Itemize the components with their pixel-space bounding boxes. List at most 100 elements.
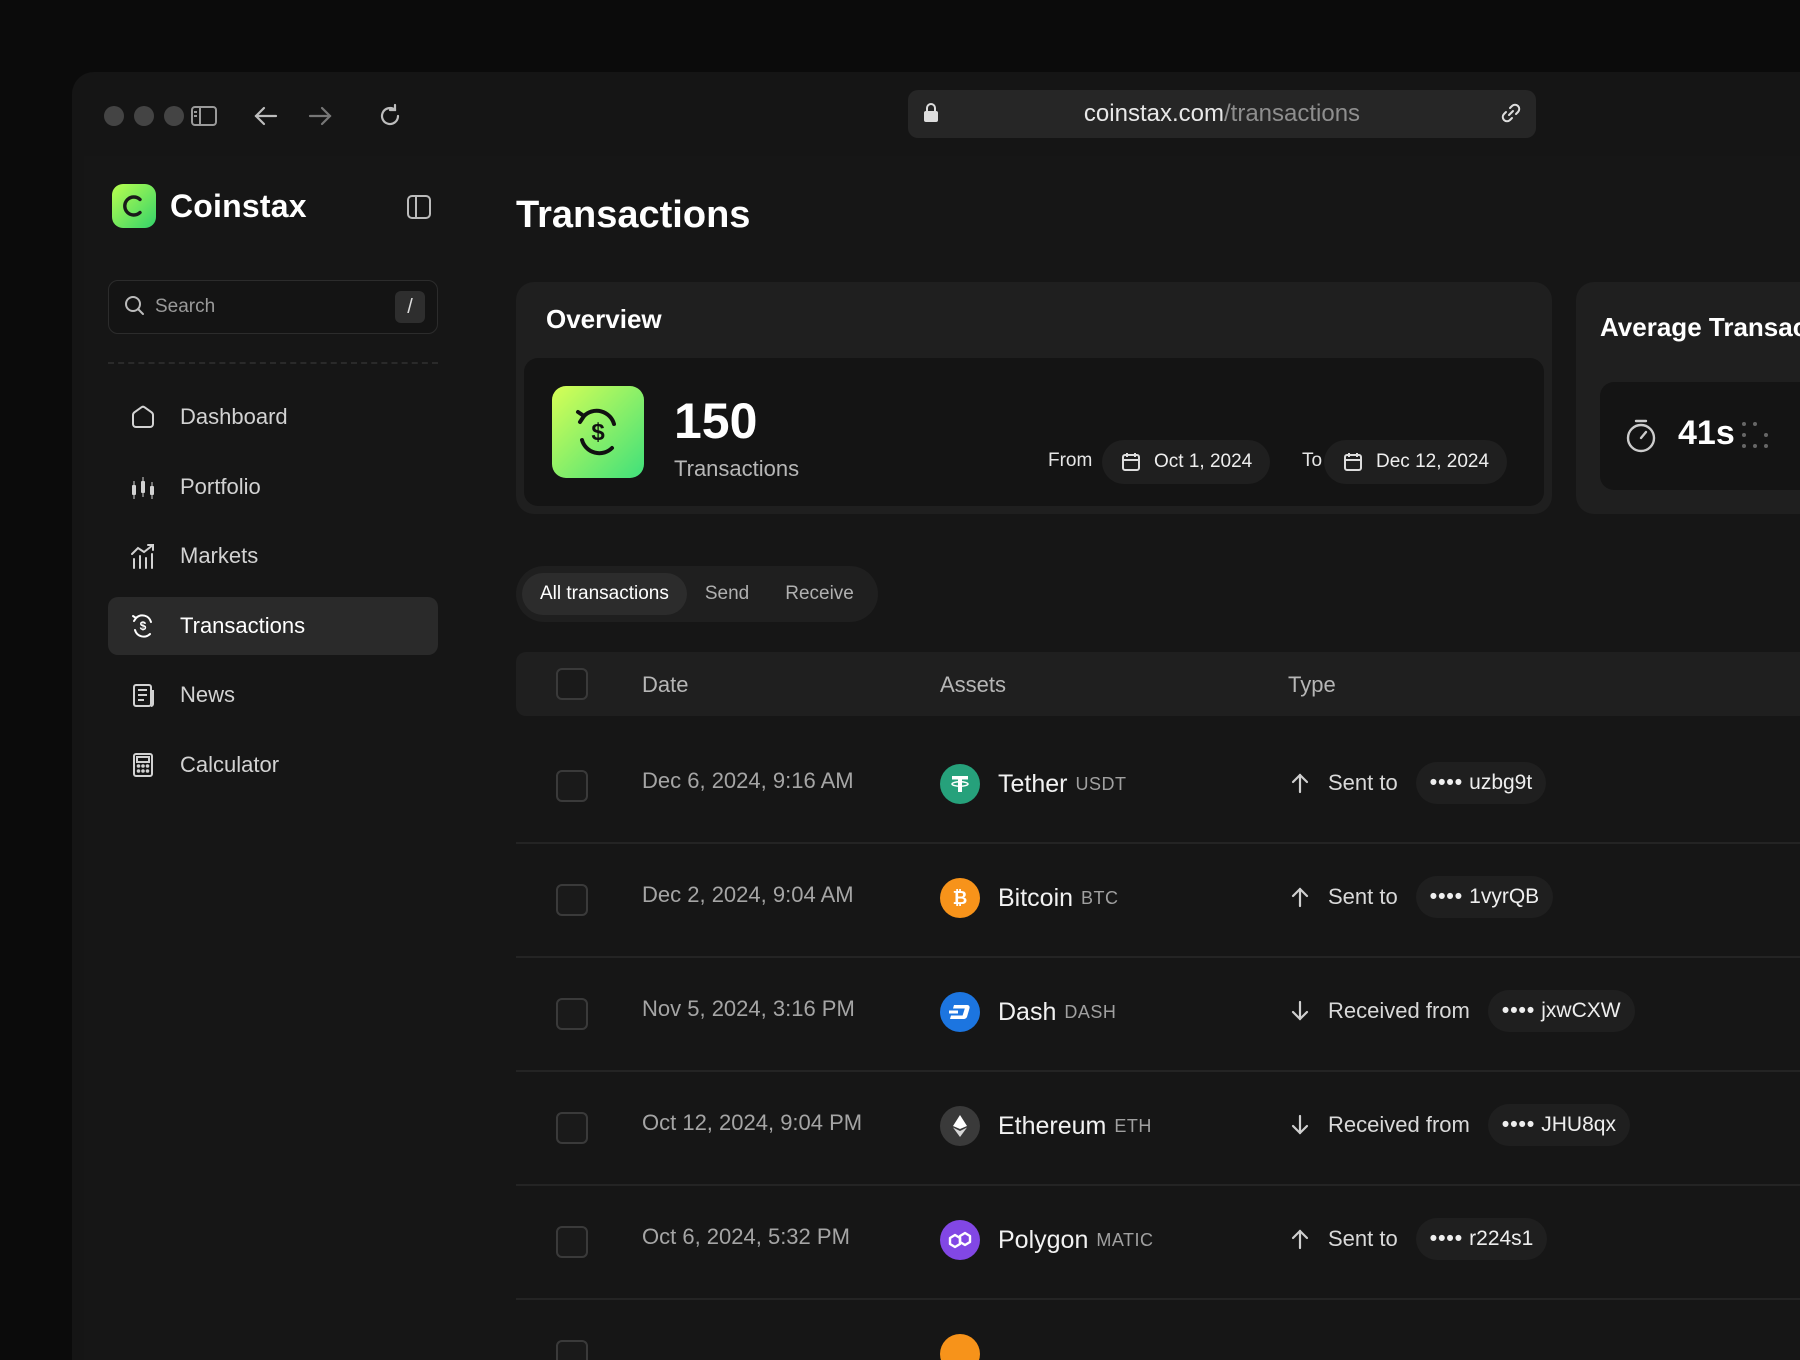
sidebar-item-label: Markets [180, 543, 259, 568]
svg-text:$: $ [591, 419, 605, 446]
calculator-icon [128, 750, 158, 780]
row-checkbox[interactable] [556, 770, 588, 802]
column-header-type[interactable]: Type [1288, 672, 1336, 698]
sidebar-item-label: News [180, 682, 236, 707]
brand[interactable]: Coinstax [112, 184, 307, 228]
average-card-panel: 41s [1600, 382, 1800, 490]
bitcoin-coin-icon: ₿ [940, 878, 980, 918]
forward-arrow-icon[interactable] [302, 98, 338, 134]
to-label: To [1302, 450, 1323, 471]
asset-symbol: DASH [1064, 1001, 1117, 1022]
back-arrow-icon[interactable] [248, 98, 284, 134]
type-cell: Sent to •••• 1vyrQB [1288, 876, 1554, 918]
table-row[interactable] [516, 1300, 1800, 1360]
minimize-window-button[interactable] [134, 106, 154, 126]
asset-cell: Polygon MATIC [940, 1220, 1154, 1260]
select-all-checkbox[interactable] [556, 668, 588, 700]
address-chip[interactable]: •••• r224s1 [1415, 1218, 1548, 1260]
transaction-date: Dec 6, 2024, 9:16 AM [642, 768, 854, 793]
sidebar-nav: Dashboard Portfolio Markets $ Transactio… [108, 388, 438, 805]
sidebar-item-dashboard[interactable]: Dashboard [108, 388, 438, 446]
asset-cell: Dash DASH [940, 992, 1116, 1032]
transaction-date: Nov 5, 2024, 3:16 PM [642, 996, 855, 1021]
asset-name: Ethereum [998, 1111, 1107, 1140]
address-mask: •••• [1429, 885, 1464, 908]
average-time-value: 41s [1678, 414, 1735, 452]
table-header: Date Assets Type [516, 652, 1800, 716]
overview-title: Overview [546, 304, 662, 334]
type-label: Sent to [1328, 884, 1398, 909]
tab-send[interactable]: Send [687, 573, 767, 615]
window-controls [104, 106, 184, 126]
asset-name: Bitcoin [998, 883, 1074, 912]
table-row[interactable]: Oct 12, 2024, 9:04 PM Ethereum ETH Recei… [516, 1072, 1800, 1186]
dash-coin-icon [940, 992, 980, 1032]
arrow-down-icon [1291, 1114, 1309, 1135]
to-date-picker[interactable]: Dec 12, 2024 [1324, 440, 1508, 484]
search-input[interactable] [155, 296, 375, 318]
sidebar-item-calculator[interactable]: Calculator [108, 736, 438, 794]
type-label: Sent to [1328, 1226, 1398, 1251]
transaction-tabs: All transactions Send Receive [516, 566, 878, 622]
address-chip[interactable]: •••• jxwCXW [1487, 990, 1635, 1032]
column-header-assets[interactable]: Assets [940, 672, 1006, 698]
column-header-date[interactable]: Date [642, 672, 688, 698]
maximize-window-button[interactable] [164, 106, 184, 126]
asset-name: Tether [998, 769, 1068, 798]
timer-icon [1624, 418, 1658, 459]
transaction-date: Dec 2, 2024, 9:04 AM [642, 882, 854, 907]
table-row[interactable]: Oct 6, 2024, 5:32 PM Polygon MATIC Sent … [516, 1186, 1800, 1300]
row-checkbox[interactable] [556, 884, 588, 916]
search-box[interactable]: / [108, 280, 438, 334]
transactions-icon: $ [128, 611, 158, 641]
transactions-icon: $ [552, 386, 644, 478]
news-icon [128, 680, 158, 710]
overview-panel: $ 150 Transactions From Oct 1, 2024 To D… [524, 358, 1544, 506]
reload-icon[interactable] [372, 98, 408, 134]
row-checkbox[interactable] [556, 1226, 588, 1258]
collapse-sidebar-icon[interactable] [404, 192, 434, 222]
average-transaction-card: Average Transac 41s [1576, 282, 1800, 514]
type-cell: Received from •••• JHU8qx [1288, 1104, 1630, 1146]
address-chip[interactable]: •••• 1vyrQB [1415, 876, 1554, 918]
table-row[interactable]: Dec 6, 2024, 9:16 AM Tether USDT Sent to… [516, 730, 1800, 844]
link-icon[interactable] [1500, 102, 1522, 131]
sidebar-item-label: Calculator [180, 751, 280, 777]
address-mask: •••• [1501, 999, 1536, 1022]
sidebar-item-news[interactable]: News [108, 666, 438, 724]
coinstax-logo-icon [112, 184, 156, 228]
table-row[interactable]: Dec 2, 2024, 9:04 AM ₿ Bitcoin BTC Sent … [516, 844, 1800, 958]
transaction-date: Oct 12, 2024, 9:04 PM [642, 1110, 863, 1135]
from-date-value: Oct 1, 2024 [1154, 451, 1253, 472]
overview-card: Overview $ 150 Transactions From Oct 1, … [516, 282, 1552, 514]
address-chip[interactable]: •••• JHU8qx [1487, 1104, 1630, 1146]
row-checkbox[interactable] [556, 1340, 588, 1360]
row-checkbox[interactable] [556, 1112, 588, 1144]
polygon-coin-icon [940, 1220, 980, 1260]
asset-symbol: USDT [1075, 773, 1127, 794]
close-window-button[interactable] [104, 106, 124, 126]
from-date-picker[interactable]: Oct 1, 2024 [1102, 440, 1271, 484]
address-bar[interactable]: coinstax.com/transactions [908, 90, 1536, 138]
lock-icon [922, 102, 940, 131]
address-mask: •••• [1429, 771, 1464, 794]
arrow-up-icon [1291, 1229, 1309, 1250]
sidebar-item-transactions[interactable]: $ Transactions [108, 596, 438, 655]
browser-toolbar: coinstax.com/transactions [72, 72, 1800, 156]
transaction-count: 150 [674, 393, 758, 449]
asset-cell: ₿ Bitcoin BTC [940, 878, 1119, 918]
sidebar-item-markets[interactable]: Markets [108, 527, 438, 585]
url-host: coinstax.com [1083, 100, 1224, 127]
portfolio-icon [128, 472, 158, 502]
row-checkbox[interactable] [556, 998, 588, 1030]
svg-text:₿: ₿ [953, 888, 968, 908]
address-value: JHU8qx [1541, 1113, 1616, 1136]
arrow-up-icon [1291, 887, 1309, 908]
address-chip[interactable]: •••• uzbg9t [1415, 762, 1547, 804]
calendar-icon [1122, 453, 1140, 471]
tab-all-transactions[interactable]: All transactions [522, 573, 687, 615]
table-row[interactable]: Nov 5, 2024, 3:16 PM Dash DASH Received … [516, 958, 1800, 1072]
sidebar-item-portfolio[interactable]: Portfolio [108, 458, 438, 516]
tab-receive[interactable]: Receive [767, 573, 872, 615]
sidebar-toggle-icon[interactable] [186, 98, 222, 134]
